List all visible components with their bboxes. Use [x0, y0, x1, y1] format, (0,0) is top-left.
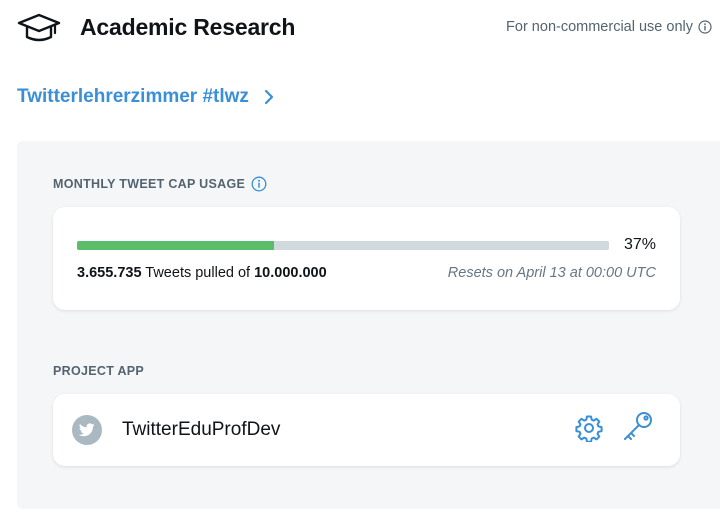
- project-app-section-label: PROJECT APP: [53, 364, 145, 378]
- license-note-text: For non-commercial use only: [506, 19, 693, 35]
- graduation-cap-icon: [17, 13, 61, 42]
- project-app-card: TwitterEduProfDev: [53, 394, 680, 466]
- gear-icon[interactable]: [575, 414, 603, 442]
- project-name: Twitterlehrerzimmer #tlwz: [17, 86, 249, 107]
- usage-progress-bar: [77, 241, 609, 250]
- page-title: Academic Research: [80, 14, 296, 40]
- usage-progress-fill: [77, 241, 274, 250]
- project-breadcrumb-link[interactable]: Twitterlehrerzimmer #tlwz: [17, 86, 275, 108]
- tweets-pulled-text: Tweets pulled of: [141, 265, 255, 281]
- info-icon[interactable]: [251, 176, 267, 192]
- tweet-cap-total: 10.000.000: [254, 265, 327, 281]
- info-icon[interactable]: [698, 20, 712, 34]
- chevron-right-icon: [264, 89, 274, 105]
- header: Academic Research For non-commercial use…: [0, 0, 720, 60]
- usage-section-label: MONTHLY TWEET CAP USAGE: [53, 176, 267, 192]
- key-icon[interactable]: [621, 410, 655, 444]
- usage-section-label-text: MONTHLY TWEET CAP USAGE: [53, 177, 246, 191]
- project-panel: MONTHLY TWEET CAP USAGE 37% 3.655.735 Tw…: [17, 141, 720, 509]
- tweets-pulled-summary: 3.655.735 Tweets pulled of 10.000.000: [77, 265, 327, 281]
- project-app-name[interactable]: TwitterEduProfDev: [122, 419, 280, 441]
- tweet-cap-usage-card: 37% 3.655.735 Tweets pulled of 10.000.00…: [53, 207, 680, 310]
- reset-date: Resets on April 13 at 00:00 UTC: [447, 265, 656, 281]
- license-note: For non-commercial use only: [506, 19, 712, 35]
- usage-percent: 37%: [623, 236, 656, 253]
- tweets-pulled-count: 3.655.735: [77, 265, 142, 281]
- twitter-bird-icon: [72, 415, 102, 445]
